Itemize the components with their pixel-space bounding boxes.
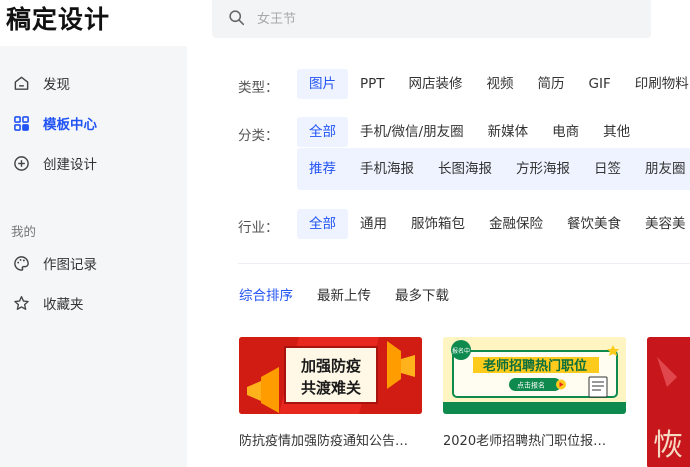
template-thumbnail: 恢 <box>647 337 690 467</box>
sidebar-item-label: 发现 <box>43 77 70 93</box>
thumb-text: 共渡难关 <box>301 379 361 397</box>
filter-category-option[interactable]: 其他 <box>591 117 642 147</box>
filter-type-option[interactable]: 简历 <box>526 69 577 99</box>
plus-circle-icon <box>12 154 30 172</box>
filter-industry-option[interactable]: 餐饮美食 <box>555 209 633 239</box>
filter-category-option[interactable]: 电商 <box>540 117 591 147</box>
filter-industry-option[interactable]: 金融保险 <box>477 209 555 239</box>
filter-type-option[interactable]: GIF <box>577 69 623 99</box>
main-content: 类型： 图片 PPT 网店装修 视频 简历 GIF 印刷物料 分类： 全部 手机… <box>187 46 690 467</box>
thumb-button: 点击报名 <box>517 381 545 390</box>
thumb-badge: 报名中 <box>452 347 470 355</box>
top-bar: 稿定设计 <box>0 0 690 46</box>
filter-subcategory-option[interactable]: 推荐 <box>297 154 348 184</box>
filter-subcategory-option[interactable]: 手机海报 <box>348 154 426 184</box>
filter-industry-option[interactable]: 通用 <box>348 209 399 239</box>
sort-option[interactable]: 最新上传 <box>317 284 371 304</box>
grid-icon <box>12 114 30 132</box>
palette-icon <box>12 254 30 272</box>
search-input[interactable] <box>257 11 617 27</box>
sidebar-item-label: 作图记录 <box>43 257 97 273</box>
sidebar: 发现 模板中心 创建设计 我的 作图记录 收藏夹 <box>0 46 187 467</box>
divider <box>238 263 690 264</box>
sidebar-item-label: 模板中心 <box>43 117 97 133</box>
template-card[interactable]: 报名中 老师招聘热门职位 点击报名 <box>443 337 626 414</box>
thumb-text: 加强防疫 <box>300 357 361 375</box>
app-logo[interactable]: 稿定设计 <box>6 4 110 36</box>
sidebar-item-label: 创建设计 <box>43 157 97 173</box>
filter-category-options: 全部 手机/微信/朋友圈 新媒体 电商 其他 <box>297 117 642 147</box>
filter-subcategory-options: 推荐 手机海报 长图海报 方形海报 日签 朋友圈 <box>297 154 690 184</box>
filter-type-option[interactable]: PPT <box>348 69 397 99</box>
thumb-text: 老师招聘热门职位 <box>482 358 587 374</box>
filter-type-option[interactable]: 印刷物料 <box>623 69 690 99</box>
filter-industry-option[interactable]: 全部 <box>297 209 348 239</box>
filter-industry-option[interactable]: 服饰箱包 <box>399 209 477 239</box>
filter-subcategory-option[interactable]: 长图海报 <box>426 154 504 184</box>
filter-category-option[interactable]: 手机/微信/朋友圈 <box>348 117 476 147</box>
filter-category-label: 分类： <box>238 128 279 144</box>
search-box[interactable] <box>212 0 651 38</box>
sidebar-item-label: 收藏夹 <box>43 297 84 313</box>
filter-type-option[interactable]: 视频 <box>475 69 526 99</box>
sort-option[interactable]: 最多下载 <box>395 284 449 304</box>
home-icon <box>12 74 30 92</box>
sidebar-item-favorites[interactable]: 收藏夹 <box>0 285 187 321</box>
star-icon <box>12 294 30 312</box>
sort-tabs: 综合排序 最新上传 最多下载 <box>239 284 473 304</box>
filter-type-option[interactable]: 网店装修 <box>397 69 475 99</box>
checklist-icon <box>588 376 608 398</box>
filter-subcategory-option[interactable]: 方形海报 <box>504 154 582 184</box>
filter-industry-label: 行业： <box>238 220 279 236</box>
filter-subcategory-option[interactable]: 日签 <box>582 154 633 184</box>
template-thumbnail: 加强防疫 共渡难关 <box>239 337 422 414</box>
filter-industry-option[interactable]: 美容美 <box>633 209 690 239</box>
filter-type-label: 类型： <box>238 80 279 96</box>
thumb-text: 恢 <box>653 428 683 463</box>
sidebar-section-mine: 我的 <box>11 224 37 239</box>
template-card[interactable]: 恢 <box>647 337 690 467</box>
filter-category-option[interactable]: 全部 <box>297 117 348 147</box>
sidebar-item-template-center[interactable]: 模板中心 <box>0 105 187 141</box>
sort-option[interactable]: 综合排序 <box>239 284 293 304</box>
template-card[interactable]: 加强防疫 共渡难关 <box>239 337 422 414</box>
sidebar-item-history[interactable]: 作图记录 <box>0 245 187 281</box>
filter-subcategory-option[interactable]: 朋友圈 <box>633 154 690 184</box>
sidebar-item-discover[interactable]: 发现 <box>0 65 187 101</box>
template-title[interactable]: 2020老师招聘热门职位报… <box>443 430 628 449</box>
search-icon <box>228 9 245 30</box>
filter-category-option[interactable]: 新媒体 <box>476 117 541 147</box>
filter-industry-options: 全部 通用 服饰箱包 金融保险 餐饮美食 美容美 <box>297 209 690 239</box>
filter-type-option[interactable]: 图片 <box>297 69 348 99</box>
template-thumbnail: 报名中 老师招聘热门职位 点击报名 <box>443 337 626 414</box>
filter-type-options: 图片 PPT 网店装修 视频 简历 GIF 印刷物料 <box>297 69 690 99</box>
sidebar-item-create-design[interactable]: 创建设计 <box>0 145 187 181</box>
template-title[interactable]: 防抗疫情加强防疫通知公告… <box>239 430 424 449</box>
